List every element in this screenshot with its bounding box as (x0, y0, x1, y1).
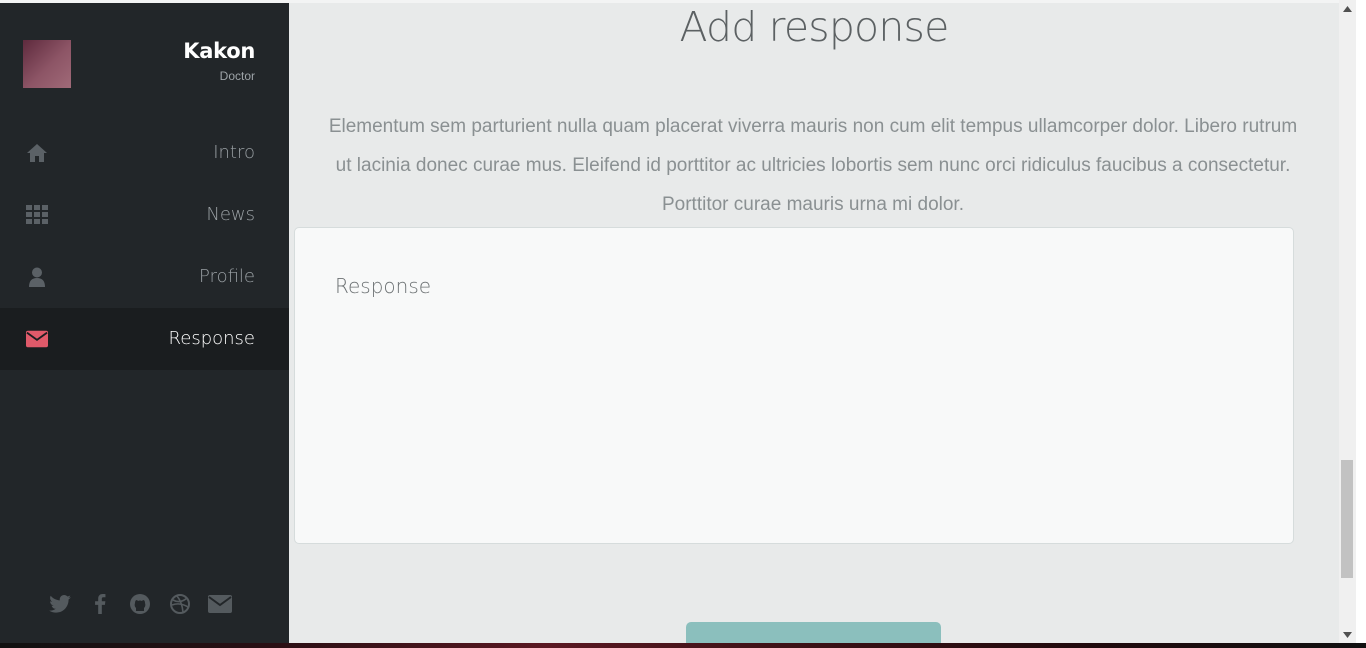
user-icon (26, 266, 48, 288)
dribbble-icon[interactable] (168, 592, 192, 616)
scroll-down-arrow-icon[interactable] (1339, 626, 1356, 643)
sidebar-item-news[interactable]: News (0, 184, 289, 246)
background-strip (0, 643, 1366, 648)
facebook-icon[interactable] (88, 592, 112, 616)
twitter-icon[interactable] (48, 592, 72, 616)
envelope-icon (26, 328, 48, 350)
window-edge (1356, 0, 1366, 648)
page-title: Add response (679, 3, 949, 51)
envelope-icon[interactable] (208, 592, 232, 616)
submit-button[interactable] (686, 622, 941, 643)
scroll-up-arrow-icon[interactable] (1339, 0, 1356, 17)
sidebar-nav: Intro News Profile Response (0, 122, 289, 370)
sidebar-item-intro[interactable]: Intro (0, 122, 289, 184)
sidebar: Kakon Doctor Intro News Profile Response (0, 3, 289, 643)
sidebar-item-label: Profile (199, 266, 255, 287)
avatar[interactable] (23, 40, 71, 88)
sidebar-item-label: News (206, 204, 255, 225)
scrollbar-thumb[interactable] (1341, 460, 1353, 578)
main-content: Add response Elementum sem parturient nu… (289, 3, 1339, 643)
user-role: Doctor (219, 69, 255, 83)
sidebar-item-profile[interactable]: Profile (0, 246, 289, 308)
sidebar-item-label: Response (168, 328, 255, 349)
github-icon[interactable] (128, 592, 152, 616)
sidebar-item-label: Intro (213, 142, 255, 163)
grid-icon (26, 204, 48, 226)
user-name: Kakon (183, 39, 255, 63)
home-icon (26, 142, 48, 164)
response-textarea[interactable] (294, 227, 1294, 544)
social-links (48, 592, 248, 616)
scrollbar[interactable] (1339, 0, 1356, 643)
sidebar-item-response[interactable]: Response (0, 308, 289, 370)
intro-paragraph: Elementum sem parturient nulla quam plac… (328, 116, 1298, 215)
